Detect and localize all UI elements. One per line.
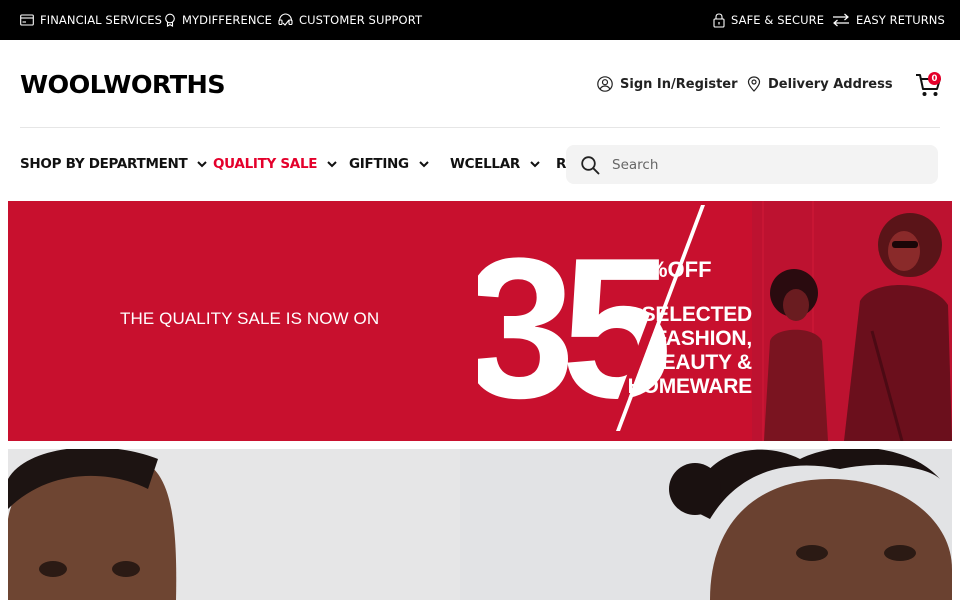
support-icon — [278, 13, 293, 26]
safe-secure-label: SAFE & SECURE — [731, 13, 825, 27]
hero-models-photo — [752, 201, 952, 441]
hero-headline: THE QUALITY SALE IS NOW ON — [120, 309, 380, 328]
promo-tile-right[interactable] — [460, 449, 952, 600]
nav-quality-sale[interactable]: QUALITY SALE — [213, 128, 337, 200]
nav-gifting[interactable]: GIFTING — [349, 128, 429, 200]
nav-wcellar[interactable]: WCELLAR — [450, 128, 540, 200]
delivery-address-label: Delivery Address — [768, 76, 893, 92]
chevron-down-icon — [530, 160, 540, 167]
search-bar[interactable] — [566, 145, 938, 184]
customer-support-label: CUSTOMER SUPPORT — [299, 13, 423, 27]
nav-label: GIFTING — [349, 156, 409, 172]
mydifference-link[interactable]: MYDIFFERENCE — [164, 0, 272, 40]
promo-line: FASHION, — [654, 327, 752, 350]
nav-shop-by-department[interactable]: SHOP BY DEPARTMENT — [20, 128, 208, 200]
promo-line: SELECTED — [641, 303, 753, 326]
chevron-down-icon — [197, 160, 208, 167]
promo-tile-left[interactable] — [8, 449, 460, 600]
nav-label: R — [556, 156, 567, 172]
promo-text-block: SELECTED FASHION, BEAUTY & HOMEWARE — [608, 303, 753, 399]
child-photo-left — [8, 449, 460, 600]
chevron-down-icon — [327, 160, 337, 167]
credit-card-icon — [20, 14, 34, 26]
mydifference-label: MYDIFFERENCE — [182, 13, 273, 27]
chevron-down-icon — [419, 160, 429, 167]
customer-support-link[interactable]: CUSTOMER SUPPORT — [278, 0, 422, 40]
financial-services-link[interactable]: FINANCIAL SERVICES — [20, 0, 162, 40]
promo-line: BEAUTY & — [646, 351, 753, 374]
user-icon — [597, 76, 613, 92]
cart-count-badge: 0 — [928, 72, 941, 85]
cart-button[interactable]: 0 — [914, 70, 944, 100]
top-utility-bar: FINANCIAL SERVICES MYDIFFERENCE CUSTOMER… — [0, 0, 960, 40]
models-illustration — [752, 201, 952, 441]
percent-off-label: %OFF — [648, 257, 712, 282]
search-input[interactable] — [612, 156, 912, 173]
promo-line: HOMEWARE — [627, 375, 753, 398]
sign-in-register-link[interactable]: Sign In/Register — [597, 40, 738, 128]
sign-in-label: Sign In/Register — [620, 76, 738, 92]
lock-icon — [713, 12, 725, 28]
easy-returns-link[interactable]: EASY RETURNS — [832, 0, 945, 40]
delivery-address-link[interactable]: Delivery Address — [747, 40, 893, 128]
badge-icon — [165, 13, 175, 27]
search-icon — [581, 155, 600, 174]
nav-label: QUALITY SALE — [213, 156, 318, 172]
nav-label: SHOP BY DEPARTMENT — [20, 156, 188, 172]
safe-secure-link[interactable]: SAFE & SECURE — [713, 0, 824, 40]
financial-services-label: FINANCIAL SERVICES — [40, 13, 163, 27]
site-header: WOOLWORTHS Sign In/Register Delivery Add… — [0, 40, 960, 128]
nav-label: WCELLAR — [450, 156, 520, 172]
child-photo-right — [460, 449, 952, 600]
easy-returns-label: EASY RETURNS — [856, 13, 945, 27]
woolworths-logo[interactable]: WOOLWORTHS — [20, 70, 226, 99]
location-pin-icon — [747, 76, 761, 92]
quality-sale-hero-banner[interactable]: THE QUALITY SALE IS NOW ON 35 %OFF SELEC… — [8, 201, 952, 441]
returns-icon — [833, 13, 849, 27]
